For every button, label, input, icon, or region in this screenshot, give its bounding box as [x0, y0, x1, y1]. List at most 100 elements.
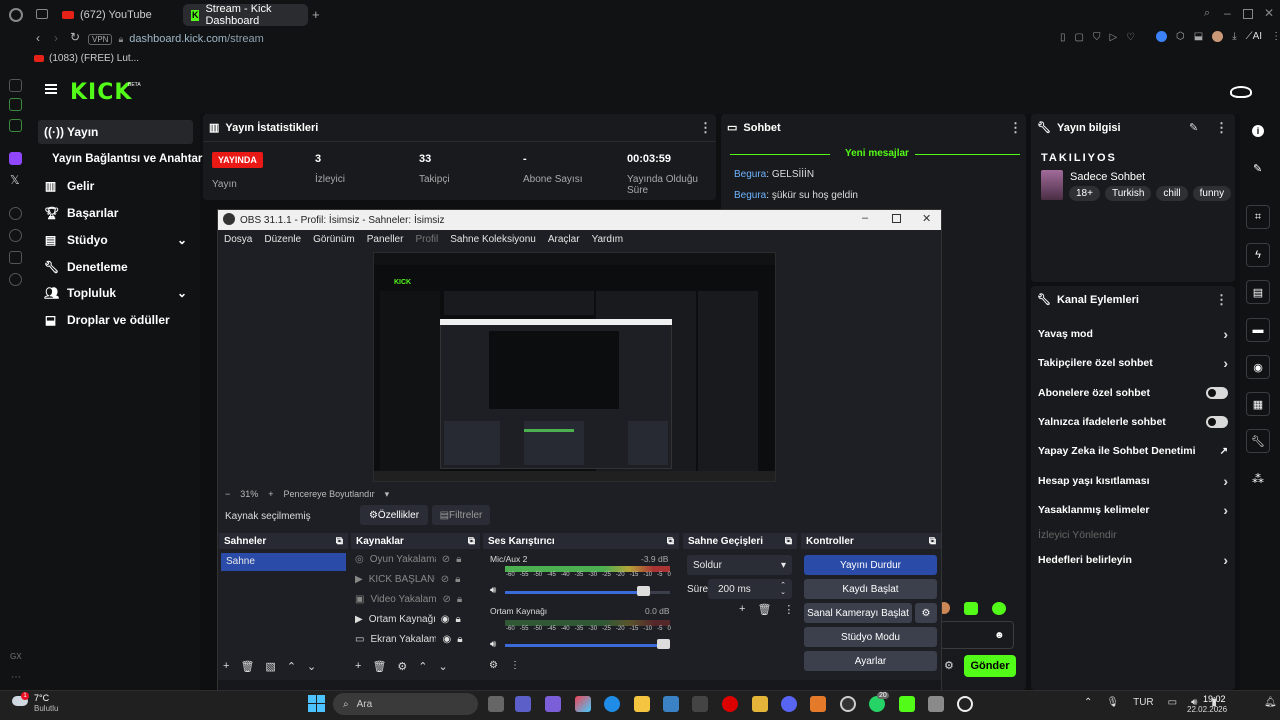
undock-icon[interactable]: ⧉ [929, 536, 936, 547]
more-icon[interactable]: ⋯ [11, 672, 21, 683]
profile-avatar[interactable] [1212, 31, 1224, 42]
snapshot-icon[interactable]: ▢ [1075, 32, 1084, 43]
move-up-icon[interactable]: ⌃ [418, 660, 427, 673]
emote-icon[interactable] [992, 602, 1006, 615]
chat-settings-icon[interactable]: ⚙ [944, 659, 954, 672]
menu-dosya[interactable]: Dosya [224, 234, 252, 245]
copilot-icon[interactable] [575, 696, 591, 712]
menu-profil[interactable]: Profil [415, 234, 438, 245]
nav-item-stream-key[interactable]: Yayın Bağlantısı ve Anahtarı [46, 147, 206, 171]
clip-icon[interactable]: ⌗ [1246, 205, 1270, 229]
move-up-icon[interactable]: ⌃ [287, 660, 296, 673]
settings-button[interactable]: Ayarlar [804, 651, 937, 671]
trash-icon[interactable]: 🗑︎ [240, 660, 254, 673]
add-icon[interactable]: + [739, 603, 745, 616]
workspaces-icon[interactable] [36, 9, 48, 19]
extensions-icon[interactable]: ⬡ [1176, 31, 1185, 42]
stream-info-menu-icon[interactable]: ⋮ [1215, 120, 1228, 136]
new-tab-icon[interactable]: + [312, 7, 320, 22]
nav-item-denetleme[interactable]: 🔧︎ Denetleme [38, 255, 193, 279]
windows-start-icon[interactable] [308, 695, 325, 712]
eye-hidden-icon[interactable]: ⊘ [441, 574, 449, 585]
zoom-out-icon[interactable]: − [225, 489, 230, 500]
weather-temp[interactable]: 7°C [34, 693, 49, 703]
close-window-icon[interactable]: ✕ [1264, 6, 1274, 20]
action-banned-words[interactable]: Yasaklanmış kelimeler › [1038, 499, 1228, 521]
tab-youtube[interactable]: (672) YouTube [54, 4, 174, 26]
store-icon[interactable] [663, 696, 679, 712]
hamburger-icon[interactable] [45, 84, 57, 94]
source-item[interactable]: ◎ Oyun Yakalama ⊘ 🔒︎ [351, 549, 480, 569]
filters-button[interactable]: ▤ Filtreler [432, 505, 490, 525]
lock-icon[interactable]: 🔒︎ [456, 554, 461, 565]
zoom-in-icon[interactable]: + [268, 489, 273, 500]
nav-item-yayin[interactable]: ((·)) Yayın [38, 120, 193, 144]
heart-icon[interactable]: ♡ [1126, 32, 1135, 43]
app-icon[interactable] [810, 696, 826, 712]
category-name[interactable]: Sadece Sohbet [1070, 171, 1145, 183]
undock-icon[interactable]: ⧉ [468, 536, 475, 547]
virtual-camera-settings-icon[interactable]: ⚙ [915, 603, 937, 623]
gear-icon[interactable]: ⚙ [489, 660, 498, 671]
speaker-icon[interactable]: 🔊︎ [490, 585, 496, 596]
duration-stepper[interactable]: 200 ms ⌃ ⌄ [708, 579, 792, 599]
move-down-icon[interactable]: ⌄ [307, 660, 316, 673]
minimize-icon[interactable]: – [1224, 6, 1231, 20]
properties-button[interactable]: ⚙ Özellikler [360, 505, 428, 525]
chat-bubble-icon[interactable]: ▬ [1246, 318, 1270, 342]
taskbar-search[interactable]: ⌕ Ara [333, 693, 478, 715]
search-tabs-icon[interactable]: ⌕ [1204, 7, 1210, 20]
clock[interactable]: 19:02 [1203, 694, 1226, 704]
app-icon[interactable] [928, 696, 944, 712]
x-twitter-icon[interactable]: 𝕏 [10, 173, 20, 187]
action-goals[interactable]: Hedefleri belirleyin › [1038, 549, 1228, 571]
lock-icon[interactable]: 🔒︎ [455, 614, 460, 625]
undock-icon[interactable]: ⧉ [667, 536, 674, 547]
action-slow-mode[interactable]: Yavaş mod › [1038, 323, 1228, 345]
tab-kick-dashboard[interactable]: K Stream - Kick Dashboard [183, 3, 308, 27]
filter-icon[interactable]: ▧ [265, 660, 275, 673]
start-recording-button[interactable]: Kaydı Başlat [804, 579, 937, 599]
task-view-icon[interactable] [488, 696, 504, 712]
menu-araclar[interactable]: Araçlar [548, 234, 580, 245]
extensions-sidebar-icon[interactable] [9, 251, 22, 264]
vpn-badge[interactable]: VPN [88, 33, 113, 45]
stats-menu-icon[interactable]: ⋮ [699, 120, 712, 136]
emote-icon[interactable] [964, 602, 978, 615]
obs-maximize-icon[interactable] [892, 214, 901, 223]
maximize-icon[interactable] [1243, 9, 1253, 19]
tray-chevron-icon[interactable]: ⌃ [1084, 697, 1092, 708]
source-item[interactable]: ▶KICK BAŞLANGIÇ⊘🔒︎ [351, 569, 480, 589]
gear-icon[interactable]: ⚙ [397, 660, 407, 673]
action-subscribers-only[interactable]: Abonelere özel sohbet [1038, 382, 1228, 404]
discord-icon[interactable] [781, 696, 797, 712]
eye-hidden-icon[interactable]: ⊘ [442, 594, 450, 605]
lock-icon[interactable]: 🔒︎ [457, 594, 462, 605]
undock-icon[interactable]: ⧉ [336, 536, 343, 547]
eye-hidden-icon[interactable]: ⊘ [442, 554, 450, 565]
media-player-icon[interactable] [957, 696, 973, 712]
stop-streaming-button[interactable]: Yayını Durdur [804, 555, 937, 575]
obs-minimize-icon[interactable]: – [862, 212, 868, 224]
menu-dots-icon[interactable]: ⋮ [510, 660, 520, 671]
nav-item-topluluk[interactable]: 👥︎ Topluluk ⌄ [38, 281, 193, 305]
undock-icon[interactable]: ⧉ [785, 536, 792, 547]
action-followers-only[interactable]: Takipçilere özel sohbet › [1038, 352, 1228, 374]
info-icon[interactable]: i [1252, 125, 1264, 137]
back-icon[interactable]: ‹ [36, 31, 40, 45]
nav-item-basarilar[interactable]: 🏆︎ Başarılar [38, 201, 193, 225]
eye-icon[interactable]: ◉ [441, 614, 450, 625]
chevron-down-icon[interactable]: ▾ [385, 489, 390, 500]
menu-icon[interactable]: ⋮ [1271, 31, 1280, 42]
kick-taskbar-icon[interactable] [899, 696, 915, 712]
menu-paneller[interactable]: Paneller [367, 234, 404, 245]
volume-slider[interactable] [505, 644, 670, 647]
edge-icon[interactable] [604, 696, 620, 712]
lock-icon[interactable]: 🔒︎ [457, 634, 462, 645]
bookmark-icon[interactable]: ▯ [1060, 32, 1066, 43]
nav-item-droplar[interactable]: ⬓ Droplar ve ödüller [38, 308, 193, 332]
edit-icon[interactable]: ✎ [1253, 162, 1262, 175]
start-virtual-camera-button[interactable]: Sanal Kamerayı Başlat [804, 603, 912, 623]
sidebar-messenger-icon[interactable] [9, 119, 22, 132]
opera-logo-icon[interactable] [9, 8, 23, 22]
